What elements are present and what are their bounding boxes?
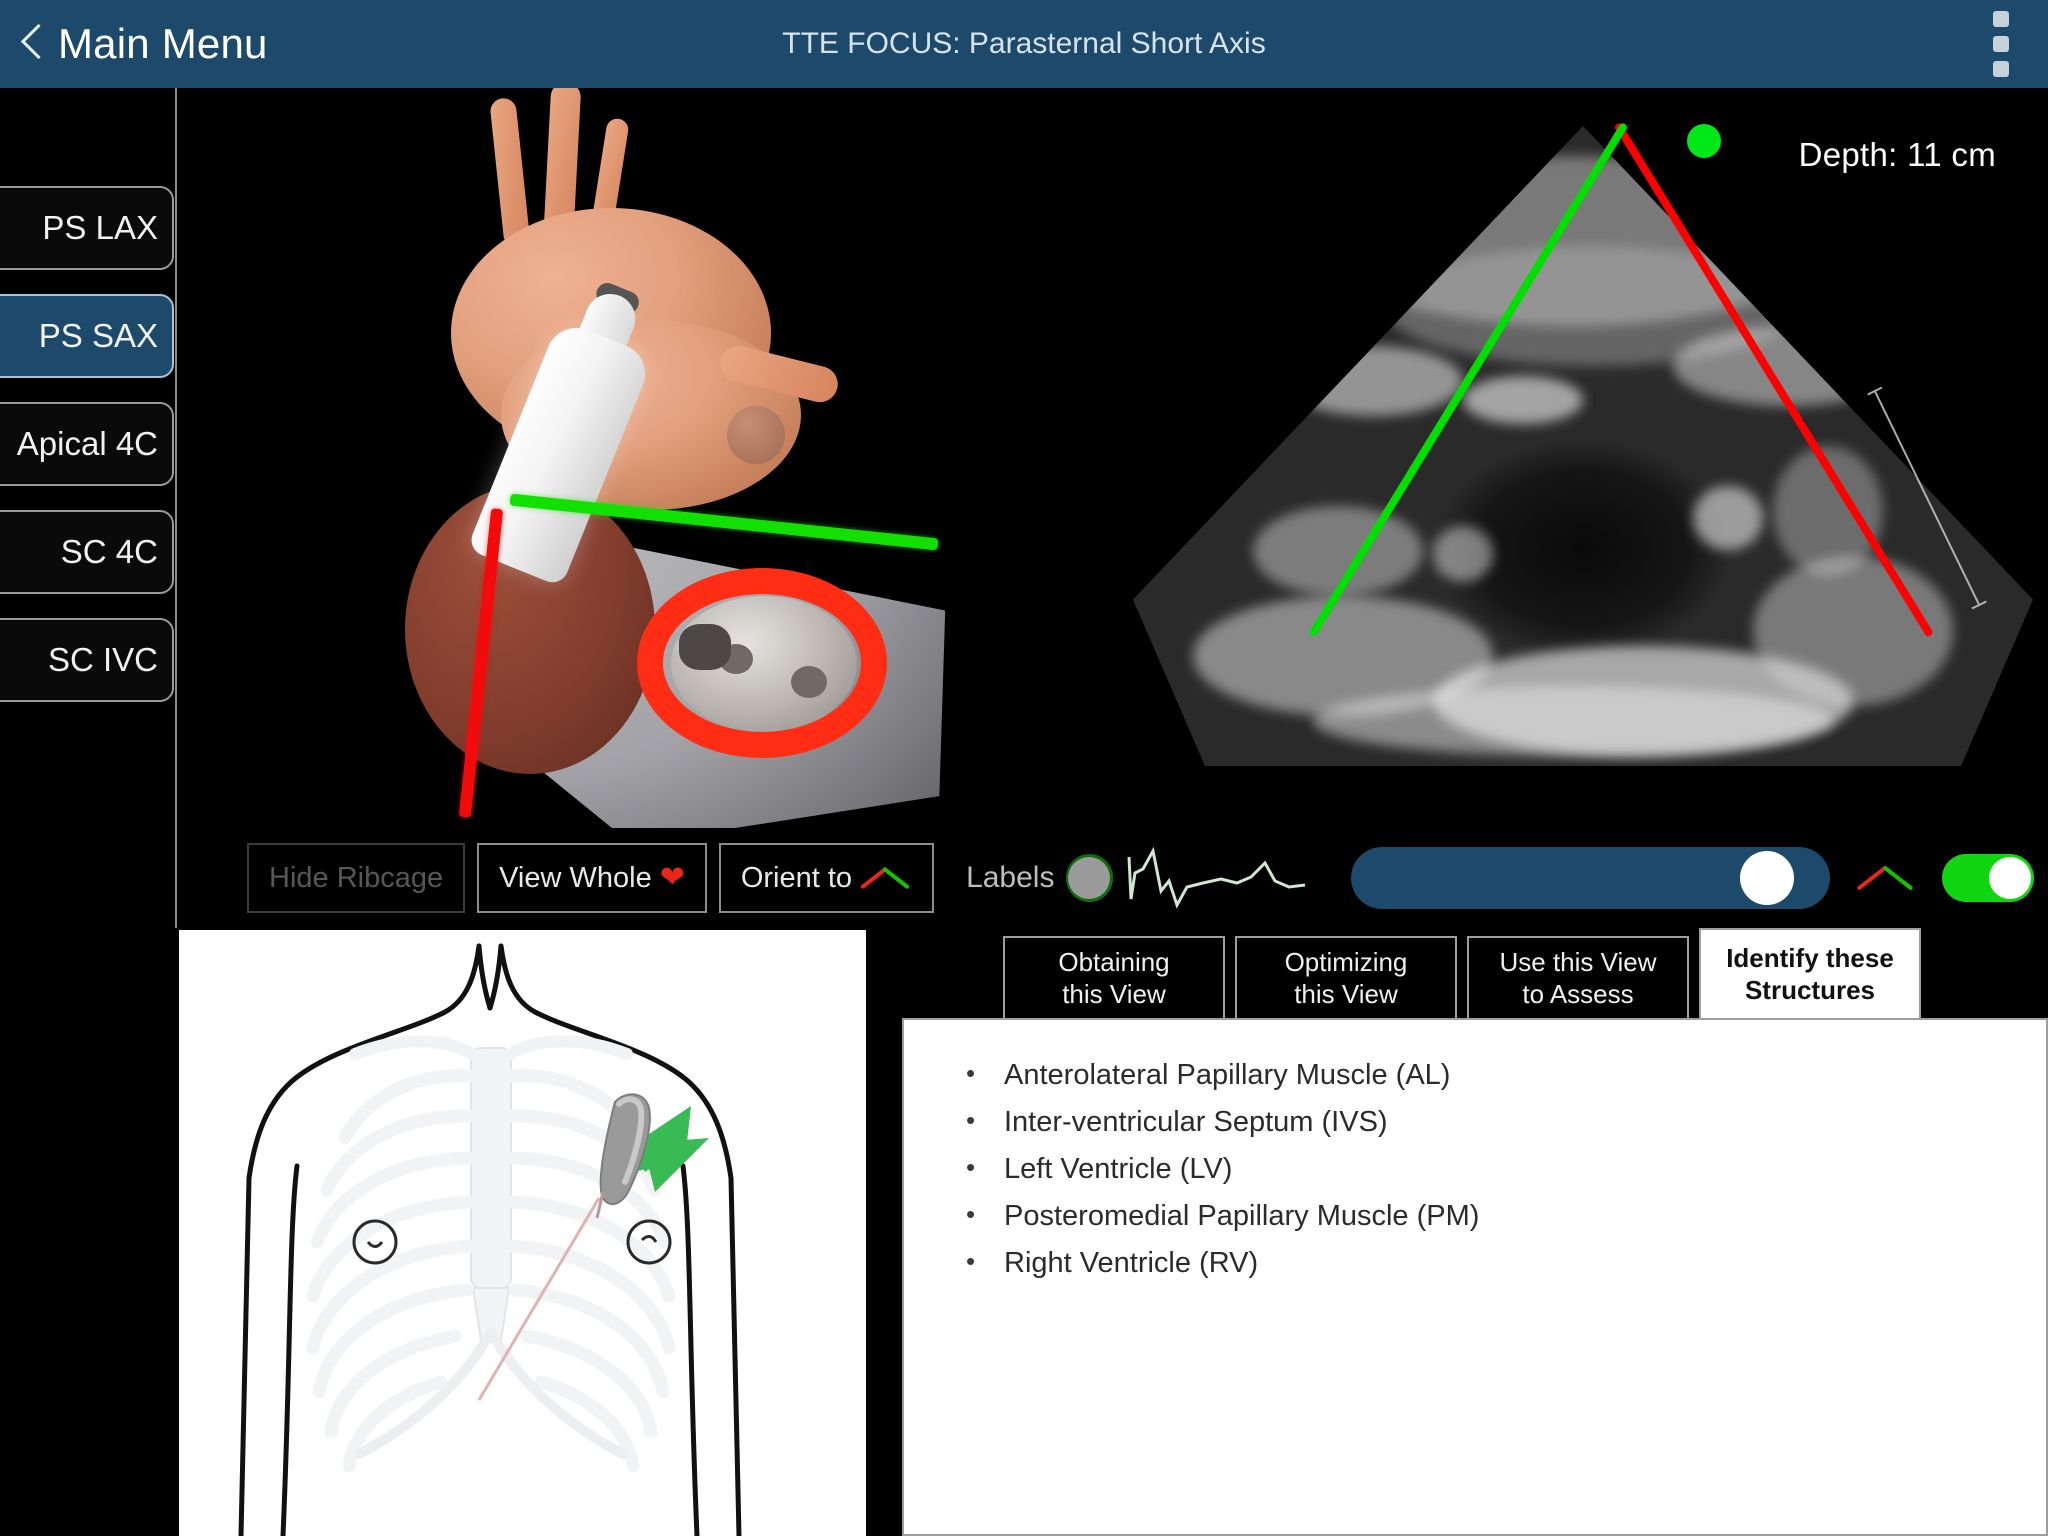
image-playback-slider[interactable] xyxy=(1351,847,1830,909)
list-item: Posteromedial Papillary Muscle (PM) xyxy=(958,1193,2046,1240)
ultrasound-viewport[interactable]: Depth: 11 cm xyxy=(1115,88,2048,828)
tab-label-line2: Structures xyxy=(1745,975,1875,1005)
tab-label-line1: Use this View xyxy=(1499,947,1656,977)
toggle-knob xyxy=(1068,857,1110,899)
tab-use-this-view-to-assess[interactable]: Use this Viewto Assess xyxy=(1467,936,1689,1020)
slider-knob[interactable] xyxy=(1740,851,1794,905)
sidebar-item-ps-lax[interactable]: PS LAX xyxy=(0,186,174,270)
view-information-panel: Obtainingthis View Optimizingthis View U… xyxy=(866,930,2048,1536)
tab-label-line1: Identify these xyxy=(1726,943,1894,973)
kebab-dot xyxy=(1993,61,2009,77)
app-header: Main Menu TTE FOCUS: Parasternal Short A… xyxy=(0,0,2048,88)
ecg-waveform-icon xyxy=(1125,843,1325,913)
heart-icon: ❤ xyxy=(660,863,685,893)
ultrasound-sector-image xyxy=(1133,126,2033,766)
list-item: Left Ventricle (LV) xyxy=(958,1146,2046,1193)
info-tabs: Obtainingthis View Optimizingthis View U… xyxy=(1003,930,1921,1020)
app-root: Main Menu TTE FOCUS: Parasternal Short A… xyxy=(0,0,2048,1536)
sidebar-item-apical-4c[interactable]: Apical 4C xyxy=(0,402,174,486)
back-button-label: Main Menu xyxy=(58,20,268,68)
list-item: Anterolateral Papillary Muscle (AL) xyxy=(958,1052,2046,1099)
labels-toggle[interactable] xyxy=(1066,854,1113,902)
structures-list: Anterolateral Papillary Muscle (AL) Inte… xyxy=(958,1052,2046,1287)
probe-placement-panel xyxy=(179,930,866,1536)
orient-to-label: Orient to xyxy=(741,862,852,895)
heart-3d-viewport[interactable] xyxy=(179,88,1113,828)
view-whole-heart-button[interactable]: View Whole ❤ xyxy=(477,843,707,913)
tab-label-line1: Obtaining xyxy=(1058,947,1169,977)
sidebar-item-label: PS LAX xyxy=(42,209,158,247)
list-item: Inter-ventricular Septum (IVS) xyxy=(958,1099,2046,1146)
chest-ribcage-probe-placement-diagram xyxy=(179,930,866,1536)
sidebar-item-label: PS SAX xyxy=(39,317,158,355)
green-dot-marker xyxy=(1687,124,1721,158)
tab-label-line1: Optimizing xyxy=(1285,947,1408,977)
sidebar-item-label: Apical 4C xyxy=(17,425,158,463)
sidebar-item-label: SC IVC xyxy=(48,641,158,679)
list-item: Right Ventricle (RV) xyxy=(958,1240,2046,1287)
kebab-dot xyxy=(1993,36,2009,52)
view-selector-sidebar: PS LAX PS SAX Apical 4C SC 4C SC IVC xyxy=(0,88,177,928)
page-title: TTE FOCUS: Parasternal Short Axis xyxy=(0,27,2048,61)
sidebar-item-sc-4c[interactable]: SC 4C xyxy=(0,510,174,594)
tab-label-line2: this View xyxy=(1294,979,1398,1009)
heart-model-controls: Hide Ribcage View Whole ❤ Orient to Labe… xyxy=(179,828,1113,928)
toggle-knob xyxy=(1989,857,2031,899)
red-green-chevron-icon xyxy=(860,863,912,893)
great-vessel xyxy=(489,97,531,249)
ultrasound-image-panel: Depth: 11 cm xyxy=(1115,88,2048,928)
sidebar-item-sc-ivc[interactable]: SC IVC xyxy=(0,618,174,702)
tab-content-card: Anterolateral Papillary Muscle (AL) Inte… xyxy=(902,1018,2048,1536)
orientation-toggle[interactable] xyxy=(1942,854,2034,902)
labels-toggle-label: Labels xyxy=(966,861,1054,895)
vessel-stub xyxy=(727,406,785,464)
orient-to-button[interactable]: Orient to xyxy=(719,843,934,913)
back-to-main-menu-button[interactable]: Main Menu xyxy=(18,20,268,68)
view-whole-label: View Whole xyxy=(499,862,652,895)
tab-obtaining-this-view[interactable]: Obtainingthis View xyxy=(1003,936,1225,1020)
heart-model-panel: Hide Ribcage View Whole ❤ Orient to Labe… xyxy=(179,88,1113,928)
sidebar-item-ps-sax[interactable]: PS SAX xyxy=(0,294,174,378)
kebab-menu-icon[interactable] xyxy=(1984,11,2018,77)
red-green-chevron-icon[interactable] xyxy=(1856,860,1916,896)
tab-label-line2: to Assess xyxy=(1522,979,1633,1009)
region-highlight-ring xyxy=(637,568,887,758)
ultrasound-controls xyxy=(1115,828,2048,928)
depth-label: Depth: 11 cm xyxy=(1799,136,1996,174)
kebab-dot xyxy=(1993,11,2009,27)
tab-label-line2: this View xyxy=(1062,979,1166,1009)
tab-identify-these-structures[interactable]: Identify theseStructures xyxy=(1699,928,1921,1020)
tab-optimizing-this-view[interactable]: Optimizingthis View xyxy=(1235,936,1457,1020)
hide-ribcage-label: Hide Ribcage xyxy=(269,862,443,895)
sidebar-item-label: SC 4C xyxy=(61,533,158,571)
hide-ribcage-button[interactable]: Hide Ribcage xyxy=(247,843,465,913)
chevron-left-icon xyxy=(18,21,44,67)
